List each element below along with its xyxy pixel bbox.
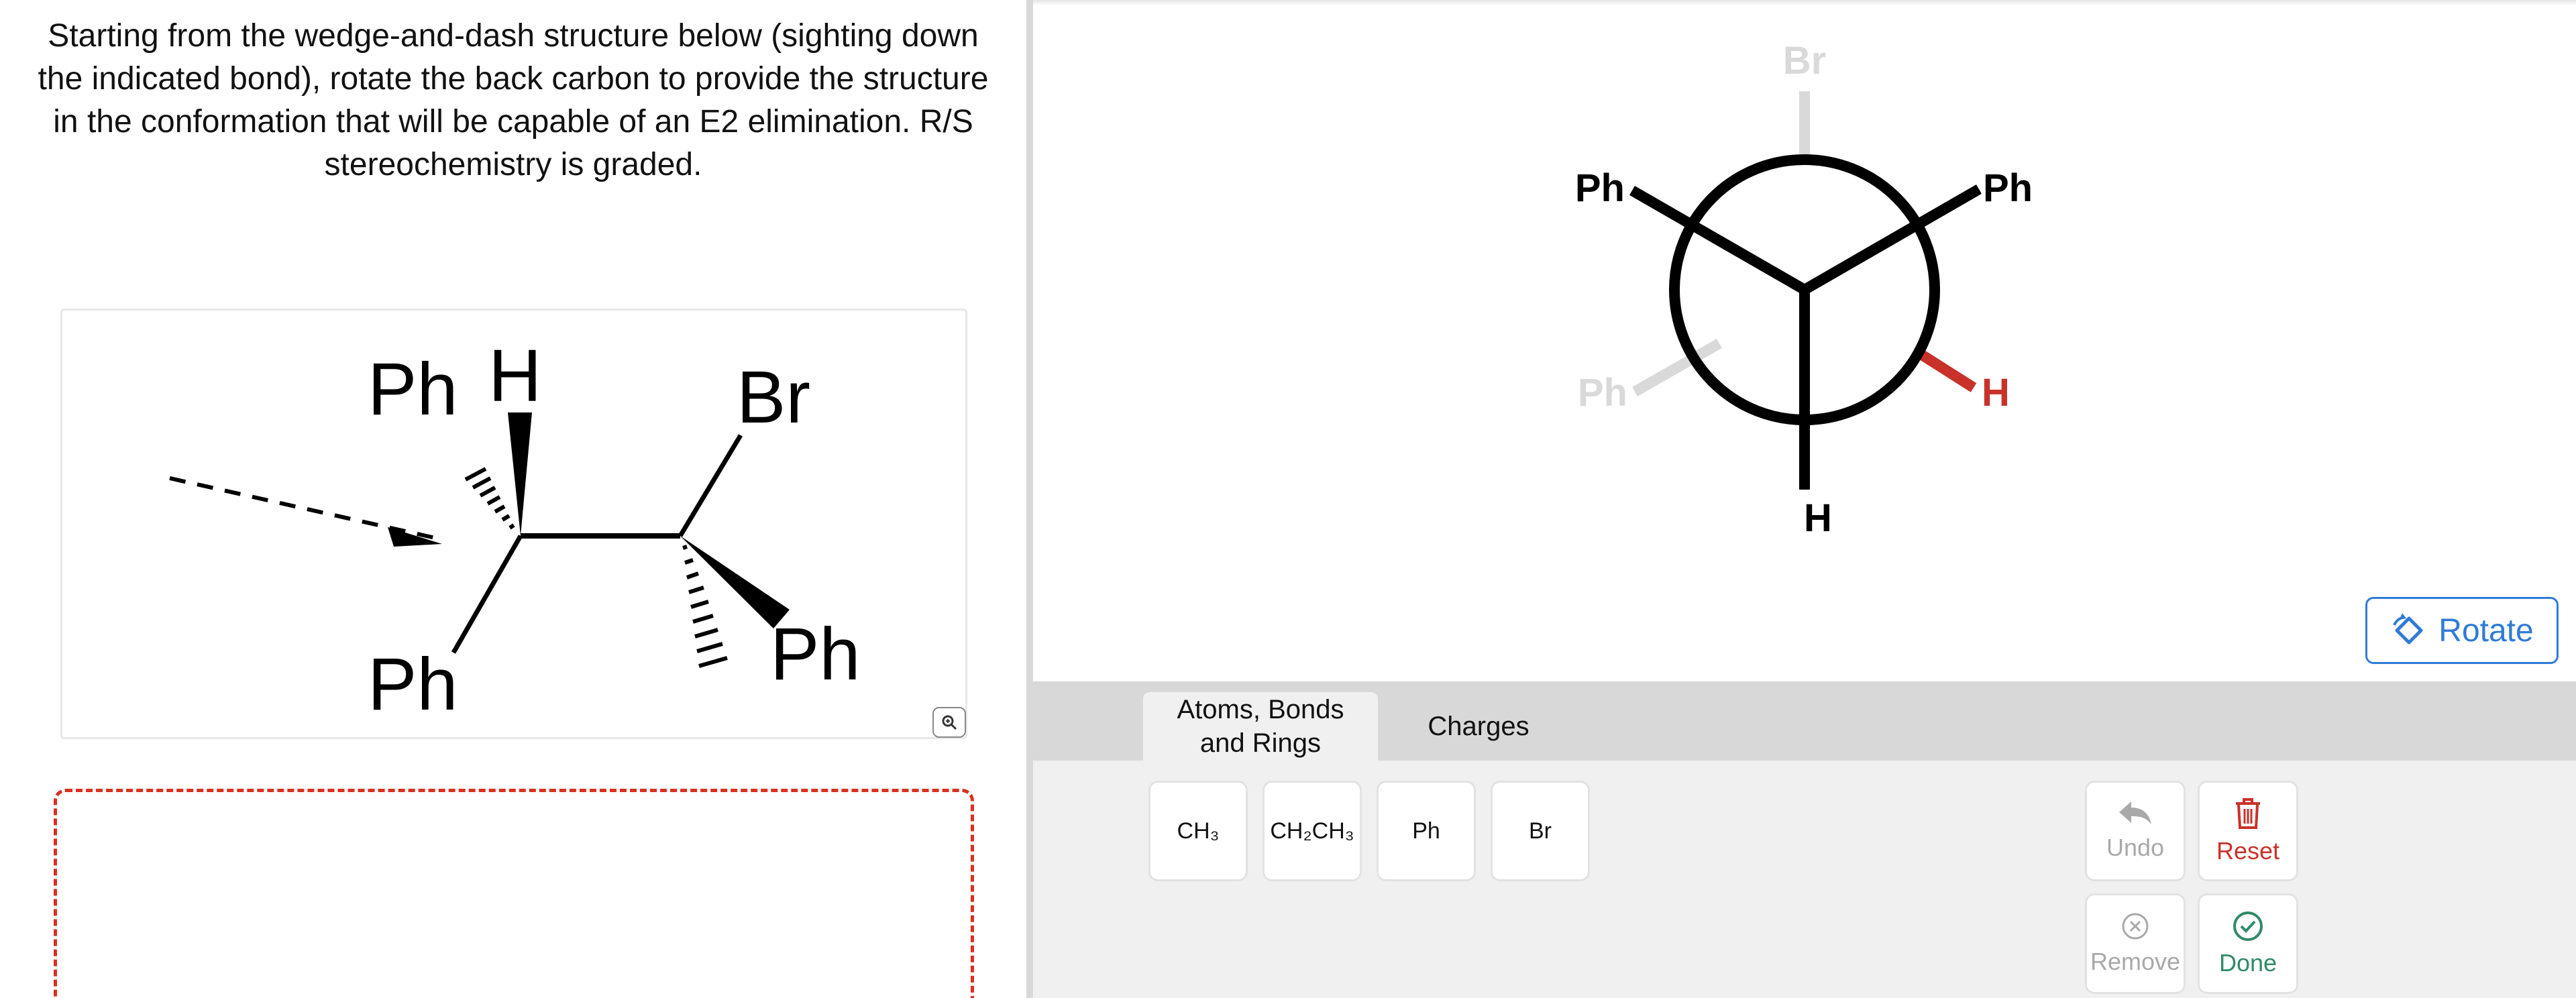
back-bond-h-red[interactable]: [1913, 347, 1977, 392]
panel-divider[interactable]: [1026, 0, 1033, 998]
tab-atoms-bonds-rings[interactable]: Atoms, Bonds and Rings: [1143, 692, 1378, 761]
rotate-icon: [2393, 613, 2423, 645]
done-label: Done: [2218, 949, 2277, 977]
drawing-toolbar: Atoms, Bonds and Rings Charges CH₃ CH₂CH…: [1033, 681, 2576, 998]
magnifier-icon: [942, 715, 957, 730]
tool-br-button[interactable]: Br: [1491, 781, 1590, 881]
undo-button[interactable]: Undo: [2085, 781, 2186, 881]
newman-label-ph-front-left: Ph: [1575, 166, 1625, 210]
structure-drawing: Ph H Br Ph Ph: [169, 335, 861, 726]
newman-label-h-front-bottom: H: [1804, 496, 1832, 540]
tool-ch2ch3-button[interactable]: CH₂CH₃: [1263, 781, 1362, 881]
label-ph-bottom-right: Ph: [770, 613, 861, 696]
tab-label-line2: and Rings: [1199, 728, 1322, 758]
label-ph-bottom-left: Ph: [368, 643, 458, 726]
question-text: Starting from the wedge-and-dash structu…: [38, 18, 989, 182]
reset-label: Reset: [2216, 837, 2280, 865]
front-bond-ph-left[interactable]: [1629, 186, 1807, 294]
sighting-arrowhead: [388, 527, 442, 547]
label-br: Br: [737, 356, 810, 439]
newman-label-br: Br: [1783, 39, 1826, 82]
bond-br: [678, 434, 743, 537]
zoom-button[interactable]: [932, 707, 966, 738]
wedge-dash-structure: Ph H Br Ph Ph: [60, 309, 967, 739]
tool-ch3-label: CH₃: [1177, 818, 1220, 844]
remove-icon: [2122, 913, 2149, 940]
sighting-arrow: [169, 476, 439, 541]
remove-button[interactable]: Remove: [2085, 893, 2186, 994]
newman-canvas[interactable]: Br Ph Ph Ph H H: [1033, 0, 2576, 677]
bond-ph-bottom: [451, 535, 523, 654]
check-icon: [2233, 911, 2263, 941]
wedge-bond-h: [508, 412, 532, 536]
remove-label: Remove: [2090, 948, 2181, 975]
rotate-label: Rotate: [2438, 612, 2534, 649]
tool-ph-button[interactable]: Ph: [1377, 781, 1476, 881]
tab-charges[interactable]: Charges: [1391, 692, 1566, 761]
dash-bond-ph-top: [464, 467, 515, 530]
label-ph-top-left: Ph: [368, 348, 458, 431]
tab-bar: Atoms, Bonds and Rings Charges: [1033, 681, 2576, 761]
newman-label-h-back-right: H: [1982, 371, 2010, 414]
tool-ph-label: Ph: [1412, 818, 1440, 844]
undo-label: Undo: [2106, 834, 2165, 861]
tab-atoms-bonds-rings-label: Atoms, Bonds and Rings: [1177, 693, 1344, 760]
reset-button[interactable]: Reset: [2198, 781, 2298, 881]
front-bond-ph-right[interactable]: [1802, 184, 1982, 294]
tab-charges-label: Charges: [1428, 712, 1529, 741]
answer-drop-zone[interactable]: [54, 789, 974, 998]
tool-br-label: Br: [1529, 818, 1552, 844]
undo-icon: [2119, 801, 2151, 824]
trash-icon: [2236, 798, 2260, 829]
label-h-top: H: [488, 335, 541, 417]
tool-ch2ch3-label: CH₂CH₃: [1270, 818, 1354, 844]
newman-label-ph-back-left: Ph: [1578, 371, 1627, 414]
rotate-button[interactable]: Rotate: [2365, 597, 2559, 664]
question-panel: Starting from the wedge-and-dash structu…: [0, 0, 1026, 998]
tool-ch3-button[interactable]: CH₃: [1148, 781, 1248, 881]
newman-label-ph-front-right: Ph: [1983, 166, 2033, 210]
tab-label-line1: Atoms, Bonds: [1177, 695, 1344, 724]
drawing-panel: Br Ph Ph Ph H H Rotate Atoms, Bonds and …: [1033, 0, 2576, 998]
done-button[interactable]: Done: [2198, 893, 2298, 994]
